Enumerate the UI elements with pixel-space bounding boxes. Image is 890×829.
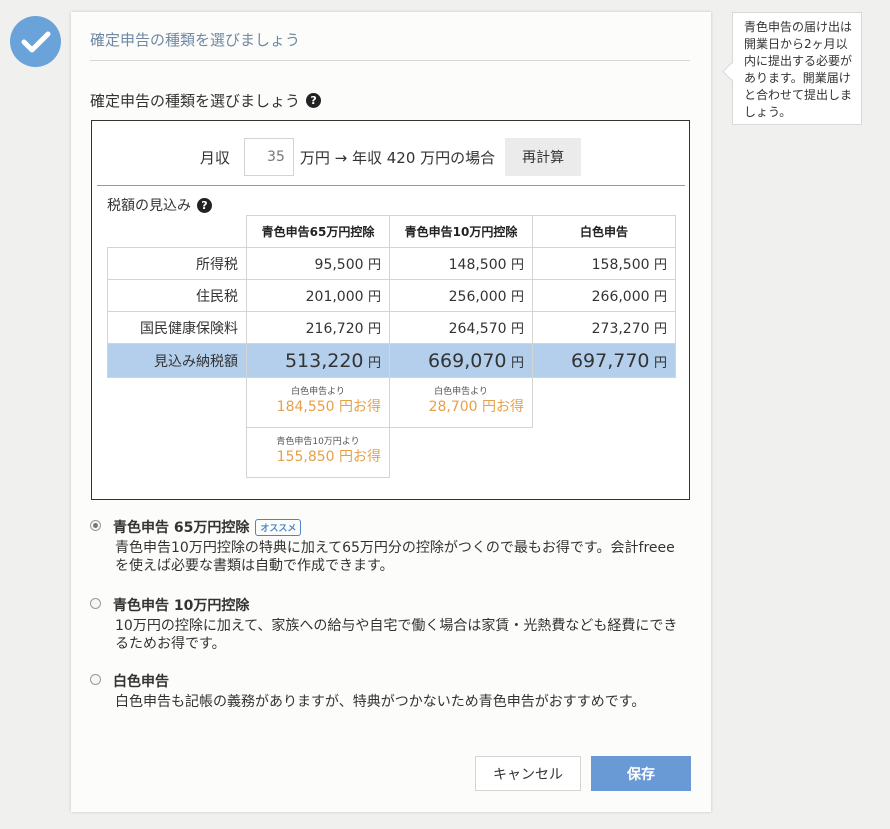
help-icon[interactable]: ? — [197, 197, 212, 213]
annual-income-text: 万円 → 年収 420 万円の場合 — [299, 148, 496, 167]
tax-filing-card: 確定申告の種類を選びましょう 確定申告の種類を選びましょう ? 月収 35 万円… — [71, 12, 711, 812]
box-divider — [97, 185, 685, 186]
table-row: 所得税 95,500 円 148,500 円 158,500 円 — [107, 247, 676, 280]
savings-cell: 白色申告より 184,550 円お得 — [246, 377, 390, 428]
income-row: 月収 35 万円 → 年収 420 万円の場合 再計算 — [92, 137, 689, 177]
option-description: 青色申告10万円控除の特典に加えて65万円分の控除がつくので最もお得です。会計f… — [115, 540, 675, 574]
table-row: 国民健康保険料 216,720 円 264,570 円 273,270 円 — [107, 311, 676, 344]
estimate-label-text: 税額の見込み — [107, 198, 191, 214]
recalculate-button[interactable]: 再計算 — [505, 138, 582, 176]
estimate-label: 税額の見込み ? — [107, 195, 212, 215]
row-label: 所得税 — [107, 247, 247, 280]
column-header: 白色申告 — [532, 215, 676, 248]
savings-cell: 白色申告より 28,700 円お得 — [389, 377, 533, 428]
table-cell: 256,000 円 — [389, 279, 533, 312]
total-cell: 669,070 円 — [389, 343, 533, 378]
total-cell: 513,220 円 — [246, 343, 390, 378]
monthly-income-input[interactable]: 35 — [243, 138, 294, 176]
column-header: 青色申告10万円控除 — [389, 215, 533, 248]
tooltip-text: 青色申告の届け出は開業日から2ヶ月以内に提出する必要があります。開業届けと合わせ… — [744, 20, 853, 119]
table-cell: 264,570 円 — [389, 311, 533, 344]
tooltip: 青色申告の届け出は開業日から2ヶ月以内に提出する必要があります。開業届けと合わせ… — [732, 12, 862, 125]
savings-row: 白色申告より 184,550 円お得 白色申告より 28,700 円お得 — [108, 377, 676, 428]
table-cell: 273,270 円 — [532, 311, 676, 344]
cancel-button[interactable]: キャンセル — [475, 756, 581, 791]
radio-button[interactable] — [90, 520, 101, 531]
card-title: 確定申告の種類を選びましょう — [90, 31, 301, 49]
tax-estimate-table: 青色申告65万円控除 青色申告10万円控除 白色申告 所得税 95,500 円 … — [107, 215, 676, 478]
option-description: 白色申告も記帳の義務がありますが、特典がつかないため青色申告がおすすめです。 — [115, 694, 646, 710]
option-title: 青色申告 10万円控除 — [113, 598, 250, 614]
row-label: 住民税 — [107, 279, 247, 312]
savings-row: 青色申告10万円より 155,850 円お得 — [108, 427, 676, 478]
column-header: 青色申告65万円控除 — [246, 215, 390, 248]
table-cell: 148,500 円 — [389, 247, 533, 280]
save-button[interactable]: 保存 — [591, 756, 691, 791]
recommended-badge: オススメ — [255, 518, 302, 536]
table-row: 住民税 201,000 円 256,000 円 266,000 円 — [107, 279, 676, 312]
tax-estimate-box: 月収 35 万円 → 年収 420 万円の場合 再計算 税額の見込み ? 青色申… — [91, 120, 690, 500]
table-cell: 216,720 円 — [246, 311, 390, 344]
radio-button[interactable] — [90, 674, 101, 685]
title-divider — [90, 60, 690, 61]
table-cell: 95,500 円 — [246, 247, 390, 280]
table-corner — [107, 215, 247, 248]
option-title: 白色申告 — [113, 674, 169, 690]
section-heading: 確定申告の種類を選びましょう ? — [90, 90, 322, 111]
table-cell: 266,000 円 — [532, 279, 676, 312]
table-header-row: 青色申告65万円控除 青色申告10万円控除 白色申告 — [107, 215, 676, 248]
radio-button[interactable] — [90, 598, 101, 609]
row-label: 国民健康保険料 — [107, 311, 247, 344]
option-description: 10万円の控除に加えて、家族への給与や自宅で働く場合は家賃・光熱費なども経費にで… — [115, 618, 678, 652]
help-icon[interactable]: ? — [306, 93, 322, 108]
option-title: 青色申告 65万円控除 オススメ — [113, 517, 302, 537]
total-cell: 697,770 円 — [532, 343, 676, 378]
table-cell: 158,500 円 — [532, 247, 676, 280]
total-label: 見込み納税額 — [107, 343, 247, 378]
monthly-income-label: 月収 — [199, 148, 230, 167]
savings-cell: 青色申告10万円より 155,850 円お得 — [246, 427, 390, 478]
section-heading-text: 確定申告の種類を選びましょう — [90, 92, 301, 110]
table-cell: 201,000 円 — [246, 279, 390, 312]
total-tax-row: 見込み納税額 513,220 円 669,070 円 697,770 円 — [107, 343, 676, 378]
checkmark-icon — [10, 16, 61, 67]
